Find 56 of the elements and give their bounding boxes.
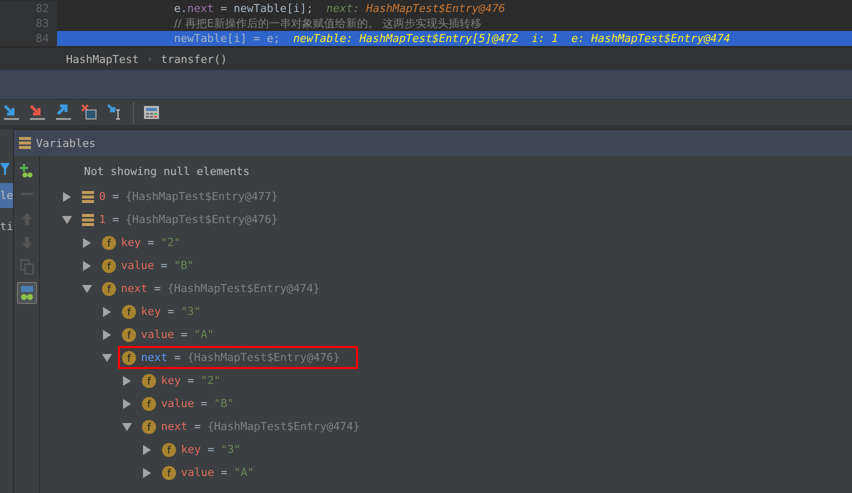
list-icon bbox=[82, 214, 94, 226]
list-icon bbox=[82, 190, 94, 202]
step-out-icon[interactable] bbox=[55, 104, 72, 121]
variable-entry[interactable]: value = "A" bbox=[181, 466, 254, 479]
collapsed-triangle-icon[interactable] bbox=[122, 398, 132, 408]
calculator-icon[interactable] bbox=[143, 104, 160, 121]
collapsed-triangle-icon[interactable] bbox=[142, 468, 152, 478]
variable-entry[interactable]: key = "3" bbox=[141, 305, 201, 318]
code-line: e.next = newTable[i]; next: HashMapTest$Entry@476 bbox=[173, 1, 506, 16]
filter-icon[interactable] bbox=[0, 163, 10, 175]
chevron-icon: › bbox=[146, 54, 153, 64]
breadcrumb-item[interactable]: HashMapTest bbox=[66, 52, 139, 66]
expanded-triangle-icon[interactable] bbox=[122, 422, 132, 432]
field-icon: f bbox=[142, 374, 156, 388]
collapsed-triangle-icon[interactable] bbox=[62, 192, 72, 202]
collapsed-triangle-icon[interactable] bbox=[102, 330, 112, 340]
field-icon: f bbox=[162, 442, 176, 456]
variable-entry[interactable]: value = "A" bbox=[141, 328, 214, 341]
panel-title: Variables bbox=[36, 136, 96, 150]
collapsed-triangle-icon[interactable] bbox=[82, 260, 92, 270]
collapsed-triangle-icon[interactable] bbox=[142, 444, 152, 454]
collapsed-triangle-icon[interactable] bbox=[82, 238, 92, 248]
step-into-icon[interactable] bbox=[3, 104, 20, 121]
variable-entry[interactable]: next = {HashMapTest$Entry@476} bbox=[141, 351, 340, 364]
field-icon: f bbox=[162, 466, 176, 480]
force-step-into-icon[interactable] bbox=[29, 104, 46, 121]
variable-entry[interactable]: key = "2" bbox=[121, 236, 181, 249]
field-icon: f bbox=[122, 350, 136, 364]
field-icon: f bbox=[122, 304, 136, 318]
list-icon bbox=[19, 137, 31, 149]
field-icon: f bbox=[102, 258, 116, 272]
variable-entry[interactable]: 1 = {HashMapTest$Entry@476} bbox=[99, 213, 278, 226]
variable-entry[interactable]: value = "B" bbox=[121, 259, 194, 272]
field-icon: f bbox=[102, 236, 116, 250]
expanded-triangle-icon[interactable] bbox=[62, 214, 72, 224]
variable-entry[interactable]: key = "2" bbox=[161, 374, 221, 387]
side-tab[interactable]: le bbox=[0, 183, 13, 208]
field-icon: f bbox=[142, 420, 156, 434]
collapsed-triangle-icon[interactable] bbox=[122, 376, 132, 386]
variable-entry[interactable]: key = "3" bbox=[181, 443, 241, 456]
breadcrumb-item[interactable]: transfer() bbox=[160, 52, 228, 66]
field-icon: f bbox=[122, 328, 136, 342]
field-icon: f bbox=[142, 396, 156, 410]
expanded-triangle-icon[interactable] bbox=[82, 284, 92, 294]
side-tab[interactable]: ti bbox=[0, 214, 13, 239]
variable-entry[interactable]: next = {HashMapTest$Entry@474} bbox=[161, 420, 360, 433]
watches-toggle-icon[interactable] bbox=[16, 282, 36, 304]
variable-entry[interactable]: value = "B" bbox=[161, 397, 234, 410]
variable-entry[interactable]: next = {HashMapTest$Entry@474} bbox=[121, 282, 320, 295]
collapsed-triangle-icon[interactable] bbox=[102, 306, 112, 316]
field-icon: f bbox=[102, 282, 116, 296]
null-elements-note: Not showing null elements bbox=[83, 165, 251, 180]
variable-entry[interactable]: 0 = {HashMapTest$Entry@477} bbox=[99, 190, 278, 203]
code-line: // 再把E新操作后的一串对象赋值给新的。 这两步实现头插转移 bbox=[173, 16, 482, 31]
drop-frame-icon[interactable] bbox=[81, 104, 98, 121]
expanded-triangle-icon[interactable] bbox=[102, 352, 112, 362]
